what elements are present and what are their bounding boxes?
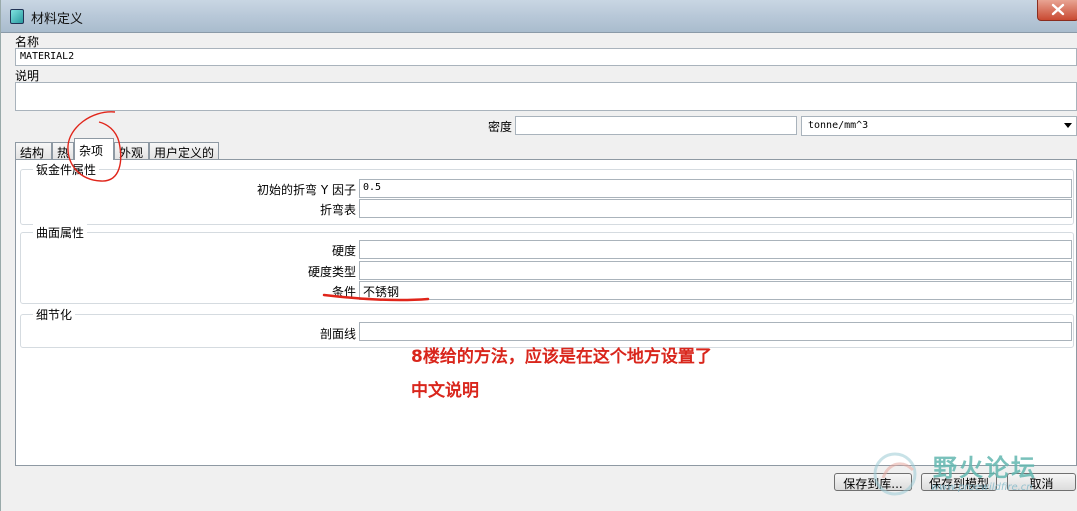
annotation-text-line1: 8楼给的方法，应该是在这个地方设置了	[411, 347, 712, 367]
hatch-label: 剖面线	[319, 327, 356, 341]
title-bar: 材料定义	[1, 0, 1077, 33]
surface-group-title: 曲面属性	[33, 224, 88, 241]
window-title: 材料定义	[31, 12, 84, 27]
condition-label: 条件	[331, 285, 356, 299]
tab-label: 用户定义的	[154, 146, 215, 160]
tab-label: 杂项	[79, 144, 104, 158]
detailing-group-title: 细节化	[33, 306, 76, 323]
description-input[interactable]	[15, 82, 1077, 111]
annotation-text-line2: 中文说明	[411, 381, 479, 401]
density-label: 密度	[488, 120, 513, 134]
close-window-button[interactable]	[1037, 0, 1077, 21]
tab-thermal[interactable]: 热	[52, 142, 74, 160]
watermark-url-text: www.proewildfire.cn	[931, 482, 1033, 493]
density-input[interactable]	[515, 116, 797, 135]
sheetmetal-group-title: 钣金件属性	[33, 161, 100, 178]
tab-label: 结构	[20, 146, 45, 160]
watermark-main-text: 野火论坛	[933, 454, 1037, 482]
material-definition-dialog: 材料定义 名称 MATERIAL2 说明 密度 tonne/mm^3 结构 热 …	[0, 0, 1077, 511]
bend-table-label: 折弯表	[319, 203, 356, 217]
chevron-down-icon	[1064, 123, 1072, 128]
hardness-type-input[interactable]	[359, 261, 1072, 280]
forum-watermark: 野火论坛 www.proewildfire.cn	[869, 446, 1077, 511]
density-unit-select[interactable]: tonne/mm^3	[801, 116, 1077, 136]
hardness-label: 硬度	[331, 244, 356, 258]
tab-structure[interactable]: 结构	[15, 142, 52, 160]
bend-factor-input[interactable]: 0.5	[359, 179, 1072, 198]
condition-input[interactable]: 不锈钢	[359, 281, 1072, 300]
tab-label: 外观	[119, 146, 144, 160]
forum-logo-icon	[873, 452, 917, 496]
tab-user-defined[interactable]: 用户定义的	[149, 142, 219, 160]
material-app-icon	[10, 9, 24, 24]
hardness-type-label: 硬度类型	[307, 265, 356, 279]
close-icon	[1051, 3, 1065, 16]
name-input[interactable]: MATERIAL2	[15, 48, 1077, 66]
bend-table-input[interactable]	[359, 199, 1072, 218]
hatch-input[interactable]	[359, 322, 1072, 341]
misc-tab-panel: 钣金件属性 初始的折弯 Y 因子 0.5 折弯表 曲面属性 硬度 硬度类型 条件…	[15, 159, 1077, 466]
tab-misc[interactable]: 杂项	[74, 138, 114, 160]
bend-factor-label: 初始的折弯 Y 因子	[257, 183, 356, 197]
tab-label: 热	[57, 146, 70, 160]
density-unit-value: tonne/mm^3	[808, 120, 869, 131]
tab-appearance[interactable]: 外观	[114, 142, 149, 160]
hardness-input[interactable]	[359, 240, 1072, 259]
